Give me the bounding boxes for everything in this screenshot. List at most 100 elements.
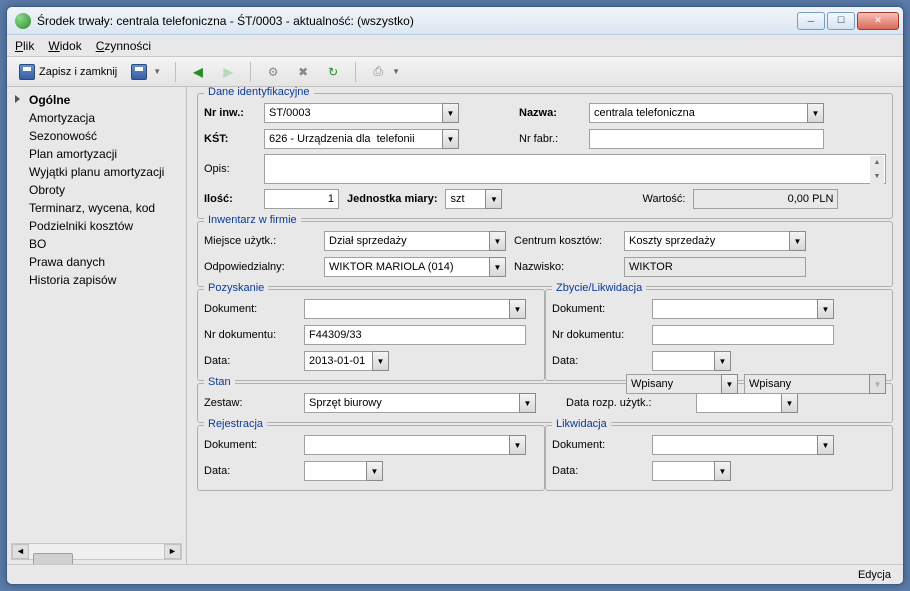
nav-obroty[interactable]: Obroty <box>11 181 182 199</box>
lik-dok-combo[interactable]: ▼ <box>652 435 834 455</box>
chevron-down-icon[interactable]: ▼ <box>519 393 536 413</box>
chevron-down-icon[interactable]: ▼ <box>489 231 506 251</box>
kst-combo[interactable]: ▼ <box>264 129 459 149</box>
poz-status-combo[interactable]: ▼ <box>626 374 738 394</box>
nav-plan-amortyzacji[interactable]: Plan amortyzacji <box>11 145 182 163</box>
chevron-down-icon[interactable]: ▼ <box>442 103 459 123</box>
data-rozp-combo[interactable]: ▼ <box>696 393 798 413</box>
nr-inw-combo[interactable]: ▼ <box>264 103 459 123</box>
tool1-button[interactable]: ⚙ <box>261 62 285 82</box>
poz-nr-input[interactable] <box>304 325 526 345</box>
spin-up-icon[interactable]: ▲ <box>870 156 884 170</box>
nav-amortyzacja[interactable]: Amortyzacja <box>11 109 182 127</box>
group-rejestracja: Rejestracja Dokument:▼ Data:▼ <box>197 425 545 491</box>
spin-down-icon[interactable]: ▼ <box>870 170 884 184</box>
chevron-down-icon[interactable]: ▼ <box>509 435 526 455</box>
rej-dok-combo[interactable]: ▼ <box>304 435 526 455</box>
nav-wyjatki[interactable]: Wyjątki planu amortyzacji <box>11 163 182 181</box>
opis-textarea[interactable]: ▲▼ <box>264 154 886 184</box>
zby-data-combo[interactable]: ▼ <box>652 351 731 371</box>
arrow-right-icon: ▶ <box>220 64 236 80</box>
centrum-input[interactable] <box>624 231 789 251</box>
data-rozp-input[interactable] <box>696 393 781 413</box>
zestaw-combo[interactable]: ▼ <box>304 393 536 413</box>
sidebar-hscroll[interactable]: ◄ ► <box>11 543 182 560</box>
zby-data-label: Data: <box>552 355 652 367</box>
ilosc-input[interactable] <box>264 189 339 209</box>
poz-dok-label: Dokument: <box>204 303 304 315</box>
chevron-down-icon[interactable]: ▼ <box>817 299 834 319</box>
data-rozp-label: Data rozp. użytk.: <box>566 397 696 409</box>
maximize-button[interactable]: ☐ <box>827 12 855 30</box>
chevron-down-icon[interactable]: ▼ <box>372 351 389 371</box>
chevron-down-icon[interactable]: ▼ <box>489 257 506 277</box>
chevron-down-icon[interactable]: ▼ <box>714 461 731 481</box>
jm-input[interactable] <box>445 189 485 209</box>
nav-bo[interactable]: BO <box>11 235 182 253</box>
menu-view[interactable]: Widok <box>48 39 81 53</box>
scroll-left-icon[interactable]: ◄ <box>12 544 29 559</box>
rej-dok-input[interactable] <box>304 435 509 455</box>
legend-poz: Pozyskanie <box>204 282 268 294</box>
chevron-down-icon[interactable]: ▼ <box>366 461 383 481</box>
zby-data-input[interactable] <box>652 351 714 371</box>
zestaw-input[interactable] <box>304 393 519 413</box>
nav-terminarz[interactable]: Terminarz, wycena, kod <box>11 199 182 217</box>
odp-combo[interactable]: ▼ <box>324 257 506 277</box>
nazwa-combo[interactable]: ▼ <box>589 103 824 123</box>
nr-fabr-input[interactable] <box>589 129 824 149</box>
minimize-button[interactable]: ─ <box>797 12 825 30</box>
miejsce-combo[interactable]: ▼ <box>324 231 506 251</box>
rej-data-input[interactable] <box>304 461 366 481</box>
chevron-down-icon[interactable]: ▼ <box>442 129 459 149</box>
kst-input[interactable] <box>264 129 442 149</box>
separator <box>250 62 251 82</box>
scroll-right-icon[interactable]: ► <box>164 544 181 559</box>
poz-data-label: Data: <box>204 355 304 367</box>
poz-data-input[interactable] <box>304 351 372 371</box>
nr-inw-input[interactable] <box>264 103 442 123</box>
nav-podzielniki[interactable]: Podzielniki kosztów <box>11 217 182 235</box>
chevron-down-icon[interactable]: ▼ <box>817 435 834 455</box>
menu-file[interactable]: Plik <box>15 39 34 53</box>
chevron-down-icon[interactable]: ▼ <box>789 231 806 251</box>
save-close-button[interactable]: Zapisz i zamknij <box>15 62 121 82</box>
save-button[interactable]: ▼ <box>127 62 165 82</box>
chevron-down-icon[interactable]: ▼ <box>485 189 502 209</box>
chevron-down-icon[interactable]: ▼ <box>807 103 824 123</box>
nav-historia[interactable]: Historia zapisów <box>11 271 182 289</box>
menu-actions[interactable]: Czynności <box>96 39 151 53</box>
nazwa-input[interactable] <box>589 103 807 123</box>
lik-data-combo[interactable]: ▼ <box>652 461 731 481</box>
print-button[interactable]: ⎙▼ <box>366 62 404 82</box>
nav-prawa[interactable]: Prawa danych <box>11 253 182 271</box>
status-mode: Edycja <box>858 569 891 581</box>
tool2-button[interactable]: ✖ <box>291 62 315 82</box>
chevron-down-icon[interactable]: ▼ <box>509 299 526 319</box>
zby-nr-input[interactable] <box>652 325 834 345</box>
back-button[interactable]: ◀ <box>186 62 210 82</box>
zby-dok-combo[interactable]: ▼ <box>652 299 834 319</box>
chevron-down-icon[interactable]: ▼ <box>714 351 731 371</box>
nav-sezonowosc[interactable]: Sezonowość <box>11 127 182 145</box>
poz-dok-input[interactable] <box>304 299 509 319</box>
scroll-thumb[interactable] <box>33 553 73 565</box>
lik-dok-input[interactable] <box>652 435 817 455</box>
wartosc-value <box>693 189 838 209</box>
jm-combo[interactable]: ▼ <box>445 189 502 209</box>
refresh-button[interactable]: ↻ <box>321 62 345 82</box>
lik-data-input[interactable] <box>652 461 714 481</box>
odp-input[interactable] <box>324 257 489 277</box>
chevron-down-icon[interactable]: ▼ <box>721 374 738 394</box>
app-icon <box>15 13 31 29</box>
close-button[interactable]: ✕ <box>857 12 899 30</box>
nav-ogolne[interactable]: Ogólne <box>11 91 182 109</box>
miejsce-input[interactable] <box>324 231 489 251</box>
rej-data-combo[interactable]: ▼ <box>304 461 383 481</box>
poz-data-combo[interactable]: ▼ <box>304 351 389 371</box>
poz-dok-combo[interactable]: ▼ <box>304 299 526 319</box>
centrum-combo[interactable]: ▼ <box>624 231 806 251</box>
zby-dok-input[interactable] <box>652 299 817 319</box>
chevron-down-icon: ▼ <box>153 67 161 76</box>
chevron-down-icon[interactable]: ▼ <box>781 393 798 413</box>
